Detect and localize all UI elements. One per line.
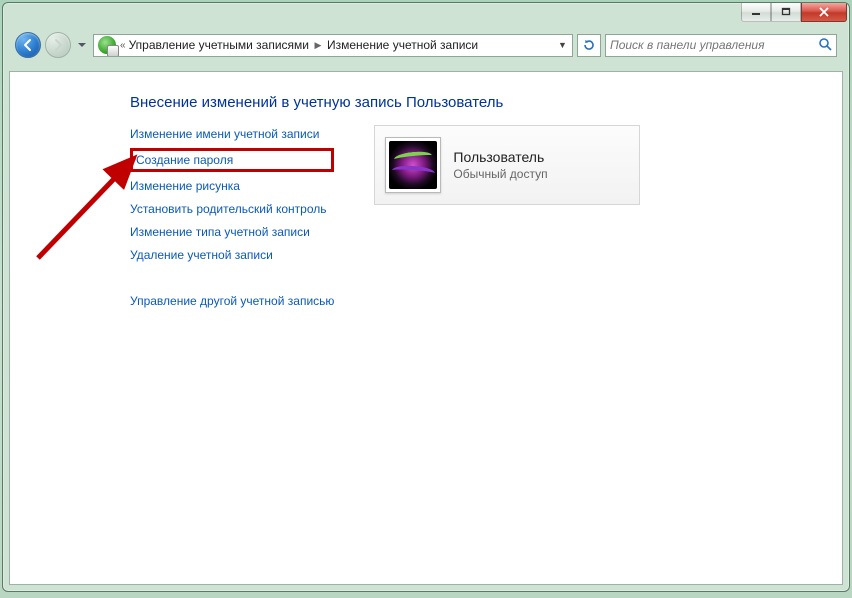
breadcrumb-overflow-icon[interactable]: « (118, 40, 126, 51)
task-links: Изменение имени учетной записи Создание … (130, 127, 334, 308)
minimize-button[interactable] (741, 3, 771, 22)
link-manage-other[interactable]: Управление другой учетной записью (130, 294, 334, 308)
toolbar-strip (9, 61, 843, 67)
address-dropdown-icon[interactable]: ▼ (554, 35, 570, 56)
close-button[interactable] (801, 3, 847, 22)
address-bar[interactable]: « Управление учетными записями ▶ Изменен… (93, 34, 573, 57)
user-role: Обычный доступ (453, 167, 547, 181)
avatar-image (389, 141, 437, 189)
breadcrumb-item-accounts[interactable]: Управление учетными записями (126, 38, 312, 52)
search-input[interactable] (610, 38, 814, 52)
breadcrumb-item-change[interactable]: Изменение учетной записи (324, 38, 481, 52)
navigation-bar: « Управление учетными записями ▶ Изменен… (9, 29, 843, 61)
link-delete-account[interactable]: Удаление учетной записи (130, 248, 334, 262)
link-create-password[interactable]: Создание пароля (136, 153, 233, 167)
user-card: Пользователь Обычный доступ (374, 125, 640, 205)
search-icon[interactable] (814, 37, 832, 54)
refresh-button[interactable] (577, 34, 601, 57)
control-panel-icon (98, 36, 116, 54)
link-parental-controls[interactable]: Установить родительский контроль (130, 202, 334, 216)
link-change-type[interactable]: Изменение типа учетной записи (130, 225, 334, 239)
title-bar (3, 3, 849, 29)
page-title: Внесение изменений в учетную запись Поль… (130, 94, 822, 111)
search-box[interactable] (605, 34, 837, 57)
annotation-highlight: Создание пароля (130, 148, 334, 172)
chevron-right-icon[interactable]: ▶ (312, 40, 324, 51)
maximize-button[interactable] (771, 3, 801, 22)
forward-button[interactable] (45, 32, 71, 58)
link-change-picture[interactable]: Изменение рисунка (130, 179, 334, 193)
control-panel-window: « Управление учетными записями ▶ Изменен… (2, 2, 850, 592)
back-button[interactable] (15, 32, 41, 58)
user-name: Пользователь (453, 149, 547, 165)
nav-history-dropdown[interactable] (75, 35, 89, 55)
content-area: Внесение изменений в учетную запись Поль… (9, 71, 843, 585)
avatar (385, 137, 441, 193)
link-change-name[interactable]: Изменение имени учетной записи (130, 127, 334, 141)
